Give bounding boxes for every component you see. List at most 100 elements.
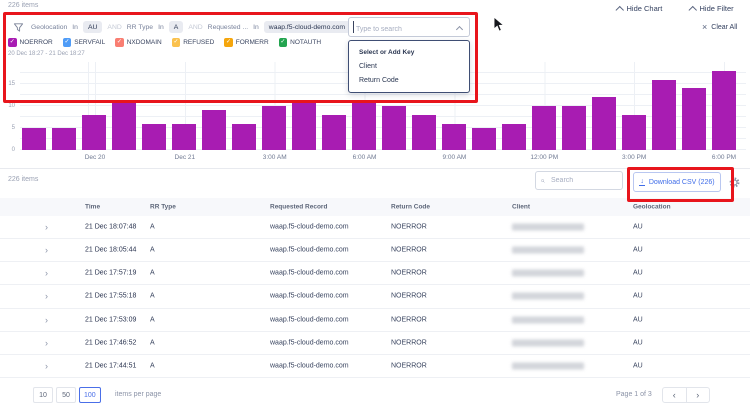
- cell-rr-type: A: [150, 316, 155, 323]
- row-expand-chevron-icon[interactable]: ›: [45, 245, 48, 255]
- key-search-input[interactable]: [349, 21, 456, 39]
- chart-bar[interactable]: [202, 110, 226, 150]
- table-row[interactable]: ›21 Dec 17:55:18Awaap.f5-cloud-demo.comN…: [0, 285, 750, 308]
- chart-bar[interactable]: [652, 80, 676, 150]
- table-row[interactable]: ›21 Dec 17:44:51Awaap.f5-cloud-demo.comN…: [0, 355, 750, 378]
- chart-bar[interactable]: [412, 115, 436, 150]
- client-redacted-value: [512, 224, 584, 231]
- page-size-10[interactable]: 10: [33, 387, 53, 403]
- client-redacted-value: [512, 339, 584, 346]
- chevron-up-icon[interactable]: [456, 25, 463, 32]
- checkbox-checked-icon[interactable]: ✓: [8, 38, 17, 47]
- chart-bar[interactable]: [712, 71, 736, 150]
- key-dropdown: Select or Add Key ClientReturn Code: [348, 40, 470, 93]
- cell-geolocation: AU: [633, 362, 643, 369]
- legend-item-noerror[interactable]: ✓NOERROR: [8, 38, 53, 47]
- dropdown-option-client[interactable]: Client: [349, 59, 469, 73]
- chevron-up-icon: [616, 6, 624, 14]
- row-expand-chevron-icon[interactable]: ›: [45, 338, 48, 348]
- table-search-input[interactable]: [549, 176, 617, 185]
- hide-chart-button[interactable]: Hide Chart: [617, 4, 662, 13]
- previous-page-button[interactable]: ‹: [663, 388, 687, 402]
- table-search-wrap[interactable]: [535, 171, 623, 190]
- chart-bar[interactable]: [352, 102, 376, 150]
- cell-rr-type: A: [150, 270, 155, 277]
- table-row[interactable]: ›21 Dec 18:07:48Awaap.f5-cloud-demo.comN…: [0, 216, 750, 239]
- checkbox-checked-icon[interactable]: ✓: [172, 38, 181, 47]
- table-row[interactable]: › 21 Dec 17:53:09 Awaap.f5-cloud-demo.com N…: [0, 309, 750, 332]
- chart-bar[interactable]: [382, 106, 406, 150]
- pager: ‹ ›: [662, 387, 710, 403]
- row-expand-chevron-icon[interactable]: ›: [45, 268, 48, 278]
- chart-bar[interactable]: [442, 124, 466, 150]
- legend-label: NXDOMAIN: [127, 39, 162, 46]
- chart-bar[interactable]: [52, 128, 76, 150]
- cell-requested-record: waap.f5-cloud-demo.com: [270, 270, 349, 277]
- chart-bar[interactable]: [172, 124, 196, 150]
- legend-item-refused[interactable]: ✓REFUSED: [172, 38, 215, 47]
- chart-bar[interactable]: [502, 124, 526, 150]
- checkbox-checked-icon[interactable]: ✓: [63, 38, 72, 47]
- y-axis-tick: 10: [0, 103, 15, 109]
- legend-label: REFUSED: [183, 39, 214, 46]
- hide-chart-label: Hide Chart: [627, 4, 663, 13]
- legend-item-nxdomain[interactable]: ✓NXDOMAIN: [115, 38, 162, 47]
- legend-label: NOTAUTH: [290, 39, 321, 46]
- download-csv-button[interactable]: ↓ Download CSV (226): [633, 172, 721, 192]
- page-info: Page 1 of 3: [616, 391, 652, 398]
- chart-bar[interactable]: [112, 102, 136, 150]
- legend-item-servfail[interactable]: ✓SERVFAIL: [63, 38, 105, 47]
- items-count-top: 226 items: [8, 2, 38, 9]
- dropdown-option-return-code[interactable]: Return Code: [349, 73, 469, 87]
- chart-bar[interactable]: [292, 102, 316, 150]
- filter-value-pill[interactable]: AU: [83, 21, 102, 33]
- cell-geolocation: AU: [633, 339, 643, 346]
- cell-requested-record: waap.f5-cloud-demo.com: [270, 316, 349, 323]
- next-page-button[interactable]: ›: [687, 388, 710, 402]
- checkbox-checked-icon[interactable]: ✓: [115, 38, 124, 47]
- dns-request-log-page: 226 items Hide Chart Hide Filter × Clear…: [0, 0, 750, 408]
- cell-geolocation: AU: [633, 270, 643, 277]
- row-expand-chevron-icon[interactable]: ›: [45, 291, 48, 301]
- row-expand-chevron-icon[interactable]: ›: [45, 222, 48, 232]
- filter-operator: In: [72, 24, 78, 31]
- row-expand-chevron-icon[interactable]: ›: [45, 361, 48, 371]
- cell-time: 21 Dec 17:53:09: [85, 316, 136, 323]
- cell-requested-record: waap.f5-cloud-demo.com: [270, 247, 349, 254]
- legend-item-notauth[interactable]: ✓NOTAUTH: [279, 38, 321, 47]
- chart-bar[interactable]: [322, 115, 346, 150]
- hide-filter-button[interactable]: Hide Filter: [690, 4, 734, 13]
- chart-bar[interactable]: [232, 124, 256, 150]
- chart-bar[interactable]: [682, 88, 706, 150]
- clear-all-button[interactable]: × Clear All: [702, 24, 737, 31]
- chart-bar[interactable]: [532, 106, 556, 150]
- page-size-100[interactable]: 100: [79, 387, 101, 403]
- chart-bar[interactable]: [82, 115, 106, 150]
- chart-bar[interactable]: [142, 124, 166, 150]
- table-row[interactable]: ›21 Dec 18:05:44Awaap.f5-cloud-demo.comN…: [0, 239, 750, 262]
- checkbox-checked-icon[interactable]: ✓: [224, 38, 233, 47]
- legend: ✓NOERROR✓SERVFAIL✓NXDOMAIN✓REFUSED✓FORME…: [8, 38, 321, 47]
- chart-bar[interactable]: [562, 106, 586, 150]
- cell-time: 21 Dec 17:44:51: [85, 362, 136, 369]
- cell-return-code: NOERROR: [391, 316, 427, 323]
- filter-value-pill[interactable]: A: [169, 21, 184, 33]
- chart-bar[interactable]: [472, 128, 496, 150]
- chart-bar[interactable]: [262, 106, 286, 150]
- row-expand-chevron-icon[interactable]: ›: [45, 315, 48, 325]
- chart-bar[interactable]: [22, 128, 46, 150]
- key-search-input-wrap[interactable]: [348, 17, 470, 37]
- mouse-cursor: [493, 16, 505, 38]
- x-axis-tick: 12:00 PM: [514, 154, 574, 161]
- chart-bar[interactable]: [622, 115, 646, 150]
- dropdown-header: Select or Add Key: [349, 41, 469, 59]
- gear-icon[interactable]: [729, 175, 740, 193]
- chart-bar[interactable]: [592, 97, 616, 150]
- table-row[interactable]: ›21 Dec 17:46:52Awaap.f5-cloud-demo.comN…: [0, 332, 750, 355]
- filter-value-pill[interactable]: waap.f5-cloud-demo.com: [264, 21, 350, 33]
- cell-return-code: NOERROR: [391, 339, 427, 346]
- checkbox-checked-icon[interactable]: ✓: [279, 38, 288, 47]
- table-row[interactable]: ›21 Dec 17:57:19Awaap.f5-cloud-demo.comN…: [0, 262, 750, 285]
- legend-item-formerr[interactable]: ✓FORMERR: [224, 38, 268, 47]
- page-size-50[interactable]: 50: [56, 387, 76, 403]
